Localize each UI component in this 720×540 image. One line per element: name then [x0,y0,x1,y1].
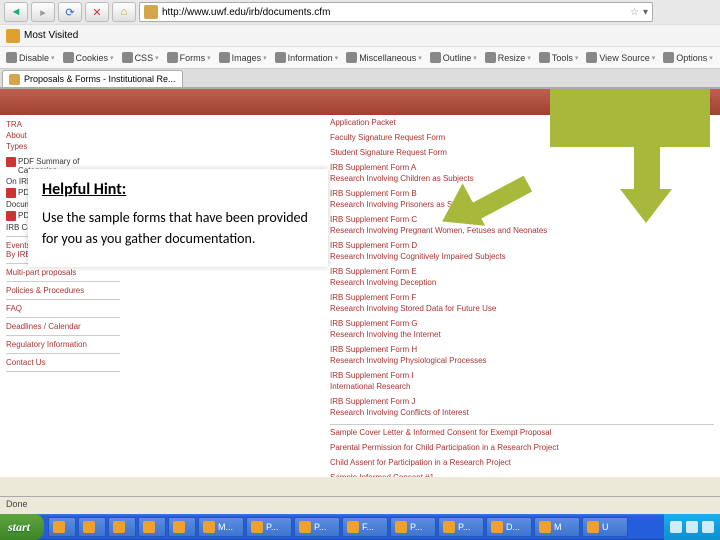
sidebar-link[interactable]: Regulatory Information [6,339,120,350]
callout-arrow-left [432,151,552,231]
taskbar-item[interactable]: D... [486,517,532,537]
sidebar-item[interactable]: Multi-part proposals [6,267,120,278]
document-link[interactable]: IRB Supplement Form G [330,318,714,329]
devtool-tools[interactable]: Tools▾ [539,52,579,63]
taskbar-item[interactable]: P... [246,517,292,537]
taskbar-item[interactable]: M [534,517,580,537]
url-input[interactable] [162,7,626,18]
task-icon [299,521,311,533]
pdf-icon [6,157,16,167]
tray-icon[interactable] [686,521,698,533]
document-subtitle: Research Involving Deception [330,277,714,288]
sidebar-item[interactable]: About [6,130,120,141]
task-icon [539,521,551,533]
task-icon [443,521,455,533]
document-subtitle: Research Involving Conflicts of Interest [330,407,714,418]
taskbar-item[interactable]: P... [438,517,484,537]
pdf-icon [6,211,16,221]
site-favicon [144,5,158,19]
document-link[interactable]: IRB Supplement Form I [330,370,714,381]
task-icon [113,521,125,533]
start-button[interactable]: start [0,514,44,540]
devtool-css[interactable]: CSS▾ [122,52,159,63]
taskbar-item[interactable]: M... [198,517,244,537]
document-link[interactable]: Sample Informed Consent #1 [330,472,714,477]
address-bar[interactable]: ☆ ▾ [139,2,653,22]
devtool-resize[interactable]: Resize▾ [485,52,531,63]
document-link[interactable]: IRB Supplement Form D [330,240,714,251]
task-icon [347,521,359,533]
task-icon [53,521,65,533]
taskbar-item[interactable] [78,517,106,537]
devtool-options[interactable]: Options▾ [663,52,713,63]
star-icon[interactable]: ☆ [630,7,639,18]
system-tray[interactable] [664,514,720,540]
document-link[interactable]: IRB Supplement Form H [330,344,714,355]
hint-callout: Helpful Hint: Use the sample forms that … [28,169,328,267]
callout-arrow-right [550,89,710,239]
forward-button[interactable]: ▸ [31,2,55,22]
devtool-disable[interactable]: Disable▾ [6,52,55,63]
devtool-forms[interactable]: Forms▾ [167,52,211,63]
browser-tab[interactable]: Proposals & Forms - Institutional Re... [2,70,183,87]
taskbar-item[interactable] [48,517,76,537]
document-link[interactable]: Parental Permission for Child Participat… [330,442,714,453]
taskbar-item[interactable]: F... [342,517,388,537]
document-subtitle: Research Involving the Internet [330,329,714,340]
sidebar-item[interactable]: TRA [6,119,120,130]
devtool-cookies[interactable]: Cookies▾ [63,52,114,63]
taskbar: start M...P...P...F...P...P...D...MU [0,514,720,540]
sidebar-link[interactable]: Contact Us [6,357,120,368]
tab-title: Proposals & Forms - Institutional Re... [24,74,176,84]
document-link[interactable]: IRB Supplement Form E [330,266,714,277]
devtool-images[interactable]: Images▾ [219,52,267,63]
task-icon [203,521,215,533]
back-button[interactable]: ◄ [4,2,28,22]
task-icon [251,521,263,533]
stop-button[interactable]: ✕ [85,2,109,22]
task-icon [395,521,407,533]
sidebar-link[interactable]: Policies & Procedures [6,285,120,296]
taskbar-item[interactable] [168,517,196,537]
task-icon [173,521,185,533]
document-link[interactable]: IRB Supplement Form F [330,292,714,303]
bookmark-most-visited[interactable]: Most Visited [24,30,78,41]
devtool-outline[interactable]: Outline▾ [430,52,477,63]
home-button[interactable]: ⌂ [112,2,136,22]
taskbar-item[interactable] [138,517,166,537]
taskbar-item[interactable]: U [582,517,628,537]
taskbar-item[interactable] [108,517,136,537]
document-subtitle: Research Involving Stored Data for Futur… [330,303,714,314]
bookmark-folder-icon [6,29,20,43]
tray-icon[interactable] [670,521,682,533]
taskbar-item[interactable]: P... [294,517,340,537]
devtool-miscellaneous[interactable]: Miscellaneous▾ [346,52,422,63]
devtool-view-source[interactable]: View Source▾ [586,52,655,63]
taskbar-item[interactable]: P... [390,517,436,537]
document-subtitle: Research Involving Physiological Process… [330,355,714,366]
sidebar-item[interactable]: Types [6,141,120,152]
document-subtitle: Research Involving Cognitively Impaired … [330,251,714,262]
dropdown-icon[interactable]: ▾ [643,7,648,18]
document-link[interactable]: Sample Cover Letter & Informed Consent f… [330,427,714,438]
document-link[interactable]: IRB Supplement Form J [330,396,714,407]
sidebar-link[interactable]: Deadlines / Calendar [6,321,120,332]
status-bar: Done [0,496,720,514]
task-icon [587,521,599,533]
document-link[interactable]: Child Assent for Participation in a Rese… [330,457,714,468]
tray-icon[interactable] [702,521,714,533]
hint-body: Use the sample forms that have been prov… [42,207,314,249]
tab-favicon [9,74,20,85]
pdf-icon [6,188,16,198]
task-icon [83,521,95,533]
task-icon [143,521,155,533]
document-subtitle: International Research [330,381,714,392]
sidebar-link[interactable]: FAQ [6,303,120,314]
reload-button[interactable]: ⟳ [58,2,82,22]
devtool-information[interactable]: Information▾ [275,52,339,63]
task-icon [491,521,503,533]
hint-title: Helpful Hint: [42,179,314,201]
